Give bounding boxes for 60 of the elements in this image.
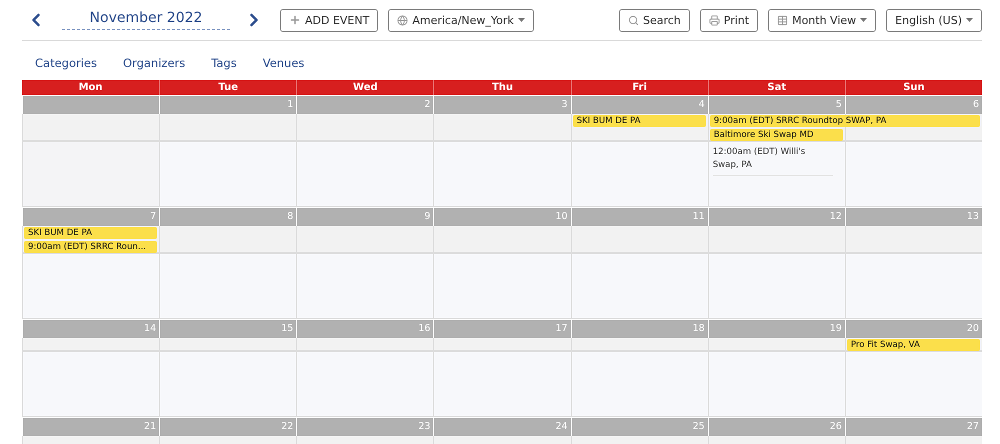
day-number: 13: [966, 211, 979, 222]
search-icon: [628, 14, 639, 26]
weekday-header: Wed: [296, 80, 434, 95]
grid-icon: [777, 14, 788, 26]
event-bar[interactable]: Baltimore Ski Swap MD: [710, 129, 843, 141]
filter-link[interactable]: Venues: [262, 56, 304, 70]
add-event-button[interactable]: ADD EVENT: [280, 8, 378, 32]
day-number: 16: [418, 323, 430, 334]
filter-link[interactable]: Tags: [211, 56, 237, 70]
day-number: 8: [287, 211, 294, 222]
plus-icon: [289, 14, 301, 26]
weekday-header: Mon: [78, 81, 104, 95]
day-number: 17: [555, 323, 568, 334]
month-title[interactable]: November 2022: [62, 10, 230, 30]
day-number: 23: [418, 421, 430, 432]
day-number: 27: [966, 421, 979, 432]
day-number: 9: [424, 211, 430, 222]
printer-icon: [708, 14, 720, 26]
caret-icon: [518, 18, 525, 22]
day-number: 4: [698, 99, 705, 110]
language-dropdown[interactable]: English (US): [886, 8, 982, 32]
event-bar[interactable]: 9:00am (EDT) SRRC Roun...: [24, 241, 158, 253]
event-bar[interactable]: SKI BUM DE PA: [572, 115, 706, 127]
weekday-header: Fri: [570, 80, 708, 95]
weekday-header: Sun: [844, 80, 982, 95]
day-number: 14: [144, 323, 156, 334]
event-bar[interactable]: Pro Fit Swap, VA: [846, 339, 980, 351]
day-number: 3: [562, 99, 568, 110]
filter-link[interactable]: Categories: [35, 56, 97, 70]
weekday-header: Tue: [159, 80, 296, 95]
day-number: 25: [692, 421, 705, 432]
view-dropdown[interactable]: Month View: [768, 8, 876, 32]
globe-icon: [397, 14, 408, 26]
day-number: 22: [281, 421, 294, 432]
day-number: 19: [830, 323, 842, 334]
day-number: 2: [424, 99, 430, 110]
day-number: 11: [692, 211, 705, 222]
event-bar[interactable]: SKI BUM DE PA: [24, 227, 158, 239]
day-number: 6: [972, 99, 979, 110]
day-number: 7: [150, 211, 156, 222]
day-number: 5: [836, 99, 842, 110]
day-number: 18: [692, 323, 705, 334]
day-number: 10: [555, 211, 568, 222]
day-number: 21: [144, 421, 156, 432]
filter-link[interactable]: Organizers: [123, 56, 186, 70]
event-bar[interactable]: 9:00am (EDT) SRRC Roundtop SWAP, PA: [710, 115, 980, 127]
weekday-header: Sat: [708, 80, 845, 95]
day-number: 12: [830, 211, 842, 222]
weekday-header: Thu: [433, 80, 571, 95]
day-number: 20: [966, 323, 979, 334]
print-button[interactable]: Print: [700, 8, 758, 32]
search-button[interactable]: Search: [618, 8, 690, 32]
day-number: 1: [287, 99, 294, 110]
timezone-dropdown[interactable]: America/New_York: [388, 8, 534, 32]
event-item[interactable]: 12:00am (EDT) Willi's Swap, PA: [712, 146, 833, 176]
caret-icon: [966, 18, 973, 22]
caret-icon: [860, 18, 868, 22]
day-number: 24: [555, 421, 568, 432]
day-number: 26: [830, 421, 842, 432]
day-number: 15: [281, 323, 294, 334]
